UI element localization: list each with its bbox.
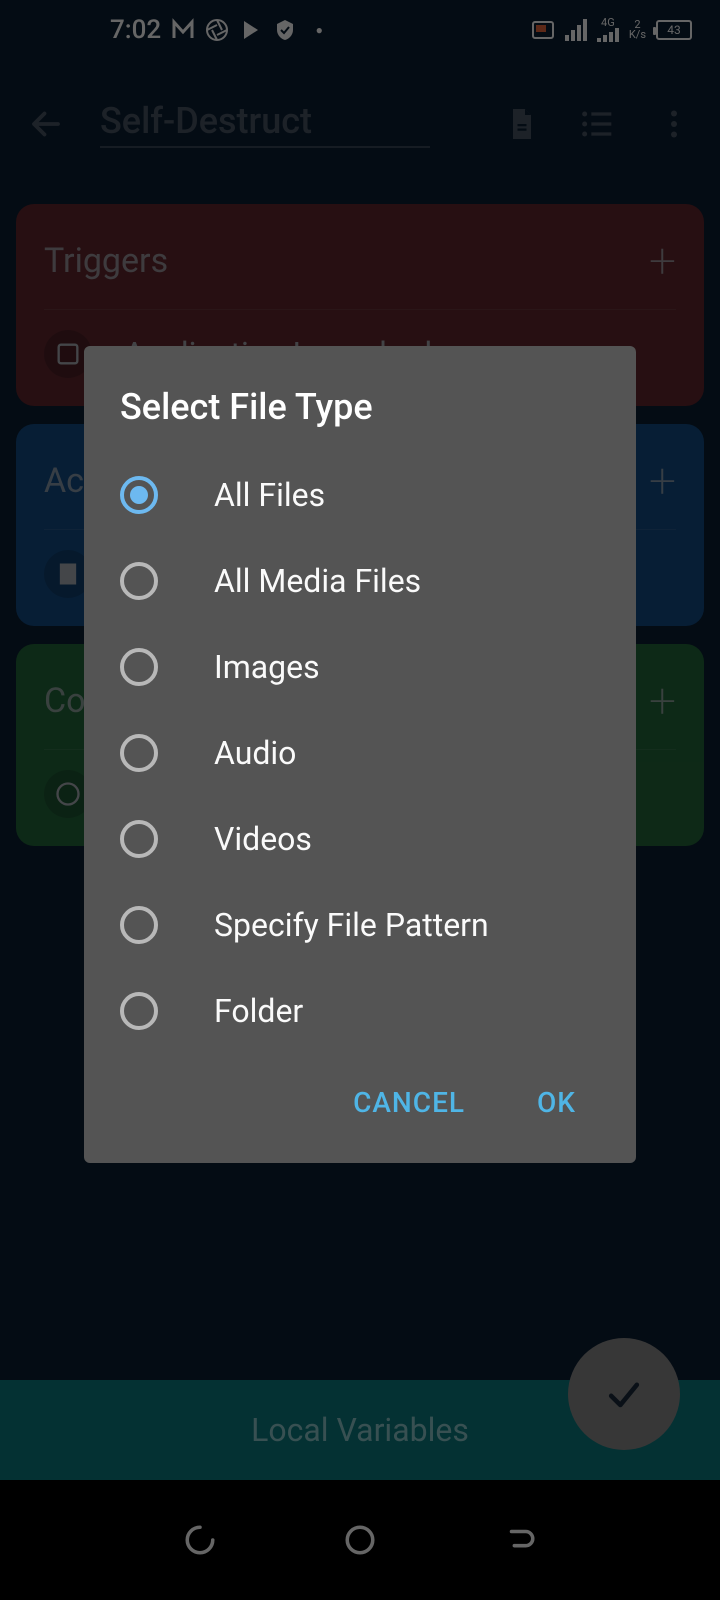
cancel-button[interactable]: CANCEL (341, 1078, 477, 1127)
file-type-option[interactable]: Specify File Pattern (84, 882, 636, 968)
radio-icon (120, 820, 158, 858)
dialog-title: Select File Type (84, 386, 636, 452)
file-type-option[interactable]: Images (84, 624, 636, 710)
file-type-label: Images (214, 648, 320, 686)
file-type-option[interactable]: All Files (84, 452, 636, 538)
file-type-label: Specify File Pattern (214, 906, 489, 944)
file-type-option[interactable]: Videos (84, 796, 636, 882)
file-type-option[interactable]: Audio (84, 710, 636, 796)
file-type-label: Folder (214, 992, 303, 1030)
radio-icon (120, 734, 158, 772)
file-type-label: Audio (214, 734, 296, 772)
radio-icon (120, 906, 158, 944)
file-type-label: All Files (214, 476, 325, 514)
radio-icon (120, 992, 158, 1030)
radio-icon (120, 476, 158, 514)
file-type-label: Videos (214, 820, 312, 858)
ok-button[interactable]: OK (525, 1078, 588, 1127)
file-type-label: All Media Files (214, 562, 421, 600)
select-file-type-dialog: Select File Type All Files All Media File… (84, 346, 636, 1163)
file-type-option[interactable]: All Media Files (84, 538, 636, 624)
dialog-overlay[interactable]: Select File Type All Files All Media File… (0, 0, 720, 1600)
file-type-option[interactable]: Folder (84, 968, 636, 1054)
radio-icon (120, 562, 158, 600)
radio-icon (120, 648, 158, 686)
